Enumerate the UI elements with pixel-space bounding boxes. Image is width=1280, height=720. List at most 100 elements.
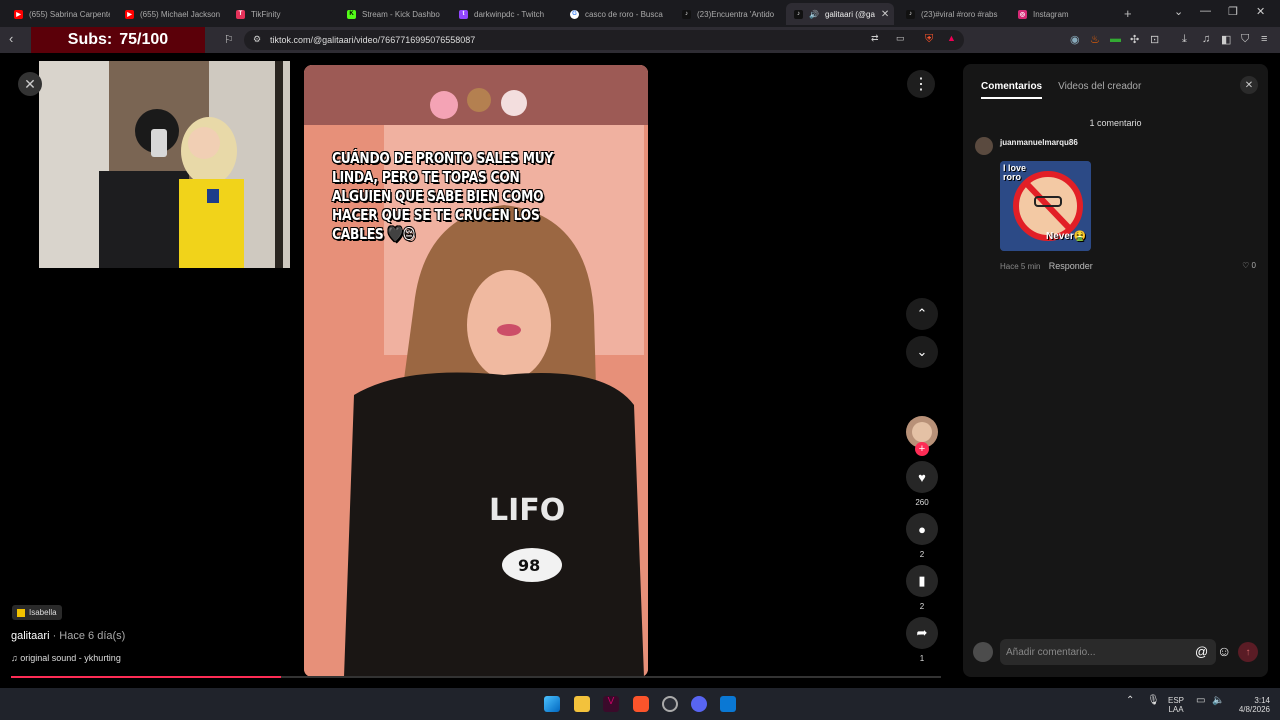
- tab-search-icon[interactable]: ⌄: [1174, 5, 1183, 18]
- follow-plus-button[interactable]: +: [915, 442, 929, 456]
- comment-input[interactable]: [1000, 639, 1216, 665]
- badge-icon: [17, 608, 25, 617]
- subs-goal-overlay: Subs: 75/100: [31, 27, 205, 53]
- start-menu-icon[interactable]: [544, 696, 560, 712]
- heart-outline-icon: ♡: [1242, 261, 1250, 270]
- next-video-button[interactable]: ⌄: [906, 336, 938, 368]
- minimize-button[interactable]: —: [1200, 5, 1211, 17]
- commenter-username[interactable]: juanmanuelmarqu86: [1000, 138, 1078, 147]
- comment-like[interactable]: ♡ 0: [1242, 261, 1256, 270]
- menu-icon[interactable]: ≡: [1261, 33, 1267, 45]
- previous-video-button[interactable]: ⌃: [906, 298, 938, 330]
- tab-tiktok-encuentra[interactable]: ♪ (23)Encuentra 'Antido: [674, 3, 780, 25]
- share-icon: ➦: [916, 625, 928, 640]
- close-tab-icon[interactable]: ✕: [881, 9, 889, 20]
- extension-icon[interactable]: ♨: [1090, 33, 1100, 46]
- like-button[interactable]: ♥: [906, 461, 938, 493]
- save-count: 2: [919, 602, 925, 611]
- extension-icon[interactable]: ▬: [1110, 33, 1121, 45]
- youtube-icon: ▶: [14, 9, 23, 19]
- share-button[interactable]: ➦: [906, 617, 938, 649]
- author-name[interactable]: galitaari: [11, 630, 50, 642]
- brave-browser-icon[interactable]: [633, 696, 649, 712]
- my-avatar: [973, 642, 993, 662]
- brave-shield-icon[interactable]: ⛨: [925, 33, 933, 46]
- tab-youtube-sabrina[interactable]: ▶ (655) Sabrina Carpente: [6, 3, 110, 25]
- app-icon[interactable]: [720, 696, 736, 712]
- panel-tabs: Comentarios Videos del creador: [981, 81, 1141, 99]
- media-icon[interactable]: ♫: [1202, 33, 1210, 45]
- creator-badge: Isabella: [12, 605, 62, 620]
- tray-chevron-icon[interactable]: ⌃: [1126, 696, 1134, 706]
- tab-title: casco de roro - Busca: [585, 9, 663, 19]
- tab-youtube-michael[interactable]: ▶ (655) Michael Jackson: [117, 3, 223, 25]
- extension-icon[interactable]: ◉: [1070, 33, 1080, 46]
- music-note-icon: ♫: [11, 653, 18, 663]
- lang-bottom: LAA: [1168, 705, 1184, 714]
- clock[interactable]: 3:14 4/8/2026: [1232, 696, 1270, 714]
- comment-sticker: I love roro Never🤮: [1000, 161, 1091, 251]
- share-count: 1: [919, 654, 925, 663]
- kick-icon: K: [347, 9, 356, 19]
- url-text: tiktok.com/@galitaari/video/766771699507…: [270, 35, 476, 45]
- tab-comments[interactable]: Comentarios: [981, 81, 1043, 99]
- windows-taskbar: V ⌃ 🎙 ESP LAA ▭ 🔈 3:14 4/8/2026: [0, 688, 1280, 720]
- cast-icon[interactable]: ⊡: [1150, 33, 1159, 46]
- close-window-button[interactable]: ✕: [1256, 5, 1265, 18]
- tab-creator-videos[interactable]: Videos del creador: [1058, 81, 1141, 99]
- back-icon[interactable]: ‹: [9, 31, 13, 46]
- comment-button[interactable]: ●: [906, 513, 938, 545]
- comment-count: 2: [919, 550, 925, 559]
- discord-icon[interactable]: [691, 696, 707, 712]
- clock-date: 4/8/2026: [1238, 705, 1270, 714]
- tab-title: TikFinity: [251, 9, 281, 19]
- sticker-text-top: I love roro: [1003, 163, 1027, 182]
- tab-kick[interactable]: K Stream - Kick Dashbo: [339, 3, 445, 25]
- network-icon[interactable]: ▭: [1196, 696, 1205, 706]
- webcam-image: [39, 61, 290, 268]
- tab-google-search[interactable]: G casco de roro - Busca: [562, 3, 670, 25]
- mention-icon[interactable]: @: [1195, 644, 1208, 659]
- sidebar-icon[interactable]: ◧: [1221, 33, 1231, 46]
- app-icon[interactable]: V: [603, 696, 619, 712]
- extensions-puzzle-icon[interactable]: ✣: [1130, 33, 1139, 46]
- sound-line[interactable]: ♫ original sound - ykhurting: [11, 653, 121, 663]
- tab-twitch[interactable]: t darkwinpdc - Twitch: [451, 3, 557, 25]
- reply-link[interactable]: Responder: [1049, 261, 1093, 271]
- comment-time: Hace 5 min: [1000, 262, 1041, 271]
- close-video-button[interactable]: ✕: [18, 72, 42, 96]
- tab-title: darkwinpdc - Twitch: [474, 9, 545, 19]
- emoji-icon[interactable]: ☺: [1217, 643, 1231, 659]
- commenter-avatar[interactable]: [975, 137, 993, 155]
- language-indicator[interactable]: ESP LAA: [1168, 696, 1184, 714]
- clock-time: 3:14: [1254, 696, 1270, 705]
- tab-title: Instagram: [1033, 9, 1069, 19]
- badge-label: Isabella: [29, 608, 57, 617]
- site-info-icon[interactable]: ⚙: [253, 34, 261, 45]
- tab-instagram[interactable]: ◎ Instagram: [1010, 3, 1116, 25]
- new-tab-button[interactable]: +: [1124, 6, 1132, 21]
- address-bar[interactable]: tiktok.com/@galitaari/video/766771699507…: [244, 30, 964, 50]
- video-progress-bar[interactable]: [11, 676, 941, 678]
- cast-icon[interactable]: ▭: [896, 33, 905, 44]
- file-explorer-icon[interactable]: [574, 696, 590, 712]
- download-icon[interactable]: ⤓: [1182, 33, 1187, 46]
- vpn-icon[interactable]: ⛉: [1241, 33, 1249, 46]
- obs-icon[interactable]: [662, 696, 678, 712]
- send-comment-button[interactable]: ↑: [1238, 642, 1258, 662]
- volume-icon[interactable]: 🔈: [1212, 696, 1224, 706]
- brave-rewards-icon[interactable]: ▲: [947, 33, 956, 43]
- maximize-button[interactable]: ❐: [1228, 5, 1238, 18]
- screen: ▶ (655) Sabrina Carpente ▶ (655) Michael…: [0, 0, 1280, 720]
- translate-icon[interactable]: ⇄: [871, 33, 879, 44]
- tab-tiktok-galitaari[interactable]: ♪ 🔊 galitaari (@ga ✕: [786, 3, 894, 25]
- comment-input-row: @ ☺ ↑: [973, 639, 1258, 665]
- tab-tikfinity[interactable]: T TikFinity: [228, 3, 334, 25]
- save-button[interactable]: ▮: [906, 565, 938, 597]
- microphone-icon[interactable]: 🎙: [1147, 696, 1160, 706]
- video-player[interactable]: 98 LIFO CUÁNDO DE PRONTO SALES MUY LINDA…: [304, 65, 648, 677]
- tab-tiktok-viral[interactable]: ♪ (23)#viral #roro #rabs: [898, 3, 1004, 25]
- more-options-button[interactable]: ⋮: [907, 70, 935, 98]
- close-panel-button[interactable]: ✕: [1240, 76, 1258, 94]
- bookmark-icon[interactable]: ⚐: [224, 33, 234, 46]
